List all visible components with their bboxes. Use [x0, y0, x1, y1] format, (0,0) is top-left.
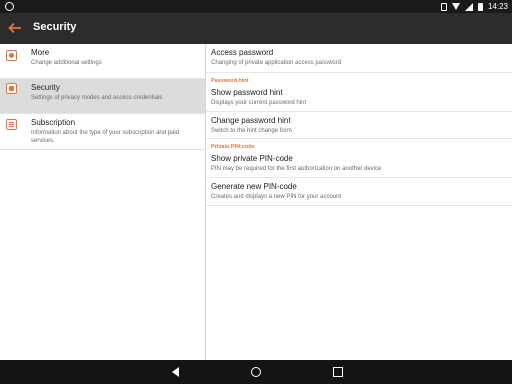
- change-password-hint-item[interactable]: Change password hint Switch to the hint …: [206, 112, 512, 139]
- item-title: Show private PIN-code: [211, 154, 293, 163]
- sidebar-item-subscription[interactable]: Subscription Information about the type …: [0, 114, 205, 150]
- wifi-icon: [451, 3, 460, 10]
- nav-back-icon[interactable]: [170, 366, 182, 378]
- page-title: Security: [33, 21, 77, 33]
- lock-icon: [6, 83, 17, 94]
- sidebar-item-more[interactable]: More Change additional settings: [0, 44, 205, 79]
- section-header-password-hint: Password hint: [211, 78, 249, 84]
- section-header-pin-code: Private PIN-code: [211, 144, 255, 150]
- item-description: Changing of private application access p…: [211, 60, 342, 66]
- item-title: Change password hint: [211, 116, 291, 125]
- access-password-item[interactable]: Access password Changing of private appl…: [206, 44, 512, 73]
- back-arrow-icon[interactable]: [8, 21, 22, 35]
- security-settings-panel: Access password Changing of private appl…: [206, 44, 512, 360]
- item-title: Access password: [211, 48, 274, 57]
- battery-icon: [477, 2, 483, 11]
- item-description: Displays your current password hint: [211, 100, 307, 106]
- sidebar-item-security[interactable]: Security Settings of privacy modes and a…: [0, 79, 205, 114]
- sidebar-item-label: Subscription: [31, 118, 76, 127]
- show-password-hint-item[interactable]: Show password hint Displays your current…: [206, 85, 512, 112]
- item-description: PIN may be required for the first author…: [211, 166, 382, 172]
- app-notification-icon: [5, 2, 14, 11]
- nav-recent-apps-icon[interactable]: [332, 366, 344, 378]
- item-description: Switch to the hint change form: [211, 128, 292, 134]
- item-title: Generate new PIN-code: [211, 182, 297, 191]
- status-icons: 14:23: [440, 0, 508, 13]
- signal-icon: [464, 2, 473, 11]
- sidebar-item-label: More: [31, 48, 50, 57]
- sidebar-item-description: Information about the type of your subsc…: [31, 130, 180, 144]
- sidebar-item-description: Settings of privacy modes and access cre…: [31, 95, 163, 101]
- generate-pin-item[interactable]: Generate new PIN-code Creates and displa…: [206, 178, 512, 206]
- show-pin-item[interactable]: Show private PIN-code PIN may be require…: [206, 151, 512, 178]
- nav-home-icon[interactable]: [250, 366, 262, 378]
- app-bar: Security: [0, 13, 512, 44]
- sidebar-item-description: Change additional settings: [31, 60, 102, 66]
- sidebar-item-label: Security: [31, 83, 60, 92]
- status-time: 14:23: [487, 2, 508, 11]
- item-description: Creates and displays a new PIN for your …: [211, 194, 342, 200]
- list-icon: [6, 119, 17, 130]
- system-navigation-bar: [0, 360, 512, 384]
- settings-category-list: More Change additional settings Security…: [0, 44, 205, 360]
- gear-icon: [6, 50, 17, 61]
- item-title: Show password hint: [211, 88, 283, 97]
- status-bar: 14:23: [0, 0, 512, 13]
- vibrate-icon: [440, 2, 447, 11]
